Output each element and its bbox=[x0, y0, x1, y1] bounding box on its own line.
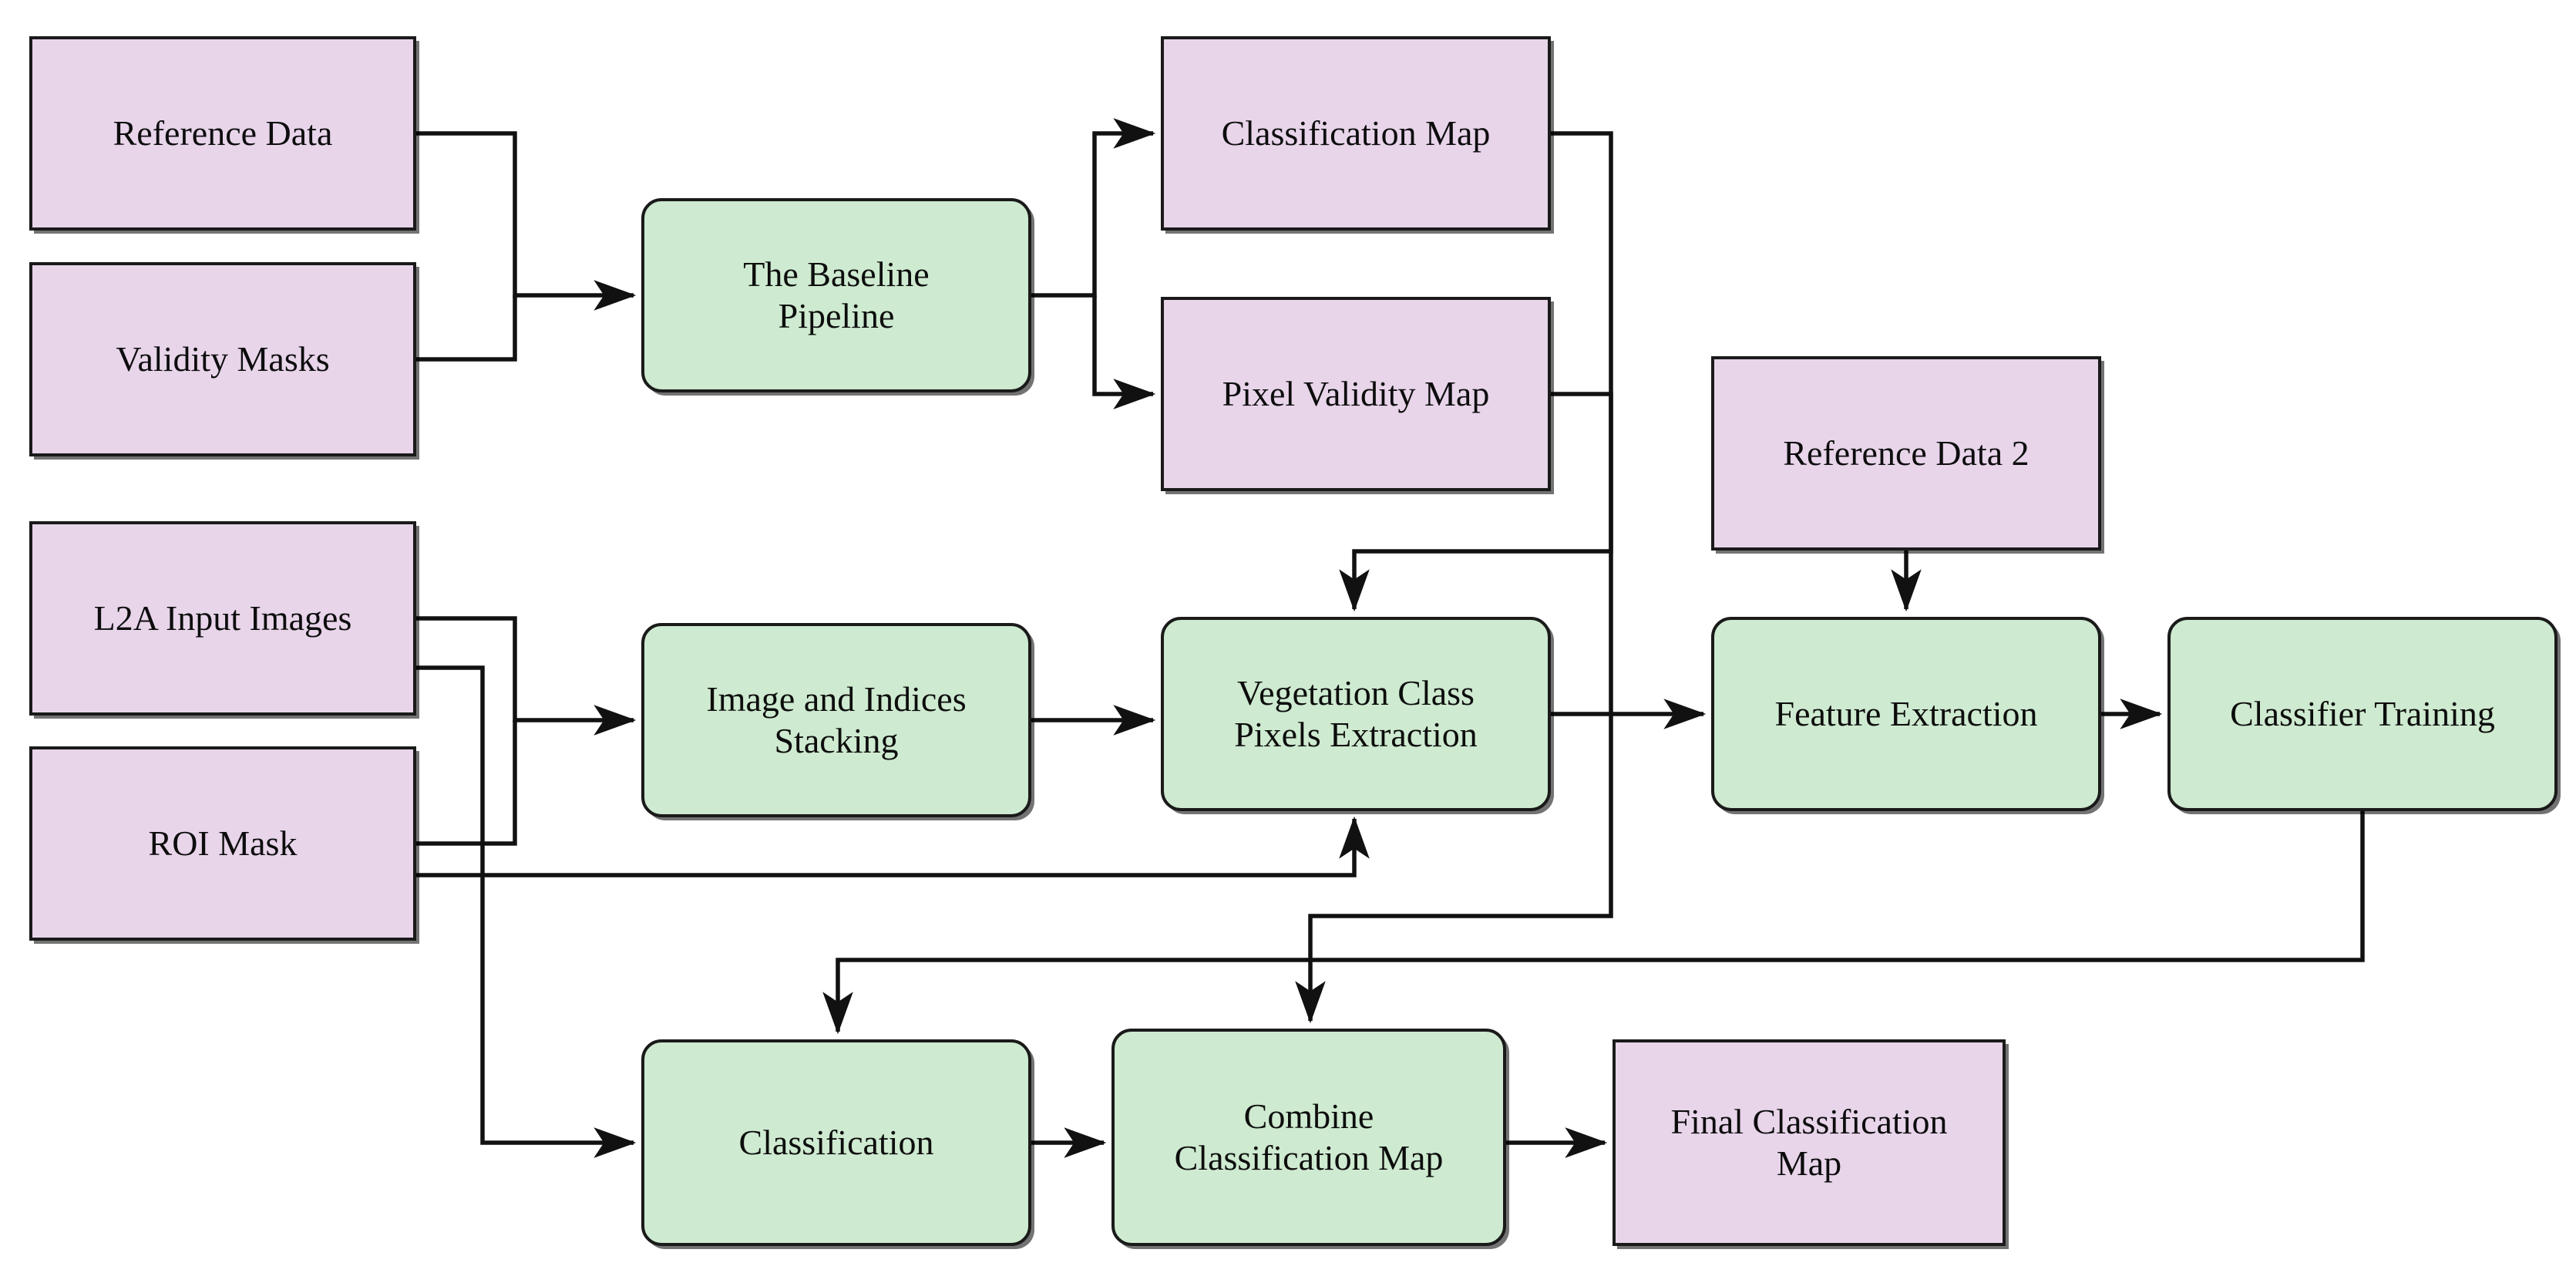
node-combine-classification-map[interactable]: Combine Classification Map bbox=[1111, 1029, 1506, 1246]
node-label: Reference Data bbox=[113, 113, 333, 153]
node-label: ROI Mask bbox=[148, 823, 298, 863]
node-classification[interactable]: Classification bbox=[641, 1039, 1031, 1246]
edge-classifier-training-to-classification bbox=[822, 811, 2365, 1035]
node-label: Classification bbox=[738, 1122, 934, 1162]
edge-roi-mask-to-veg-extraction bbox=[416, 816, 1370, 877]
node-label: The Baseline Pipeline bbox=[743, 254, 930, 335]
node-classifier-training[interactable]: Classifier Training bbox=[2167, 617, 2558, 811]
node-feature-extraction[interactable]: Feature Extraction bbox=[1711, 617, 2101, 811]
edge-l2a-to-classification bbox=[416, 665, 637, 1158]
node-label: Classifier Training bbox=[2230, 693, 2495, 733]
node-label: Pixel Validity Map bbox=[1222, 373, 1490, 413]
edge-roi-mask-to-stacking bbox=[416, 720, 517, 846]
node-pixel-validity-map[interactable]: Pixel Validity Map bbox=[1161, 297, 1551, 491]
edge-baseline-to-pixel-validity-map bbox=[1092, 295, 1156, 409]
edge-baseline-to-classification-map bbox=[1031, 118, 1156, 298]
node-validity-masks[interactable]: Validity Masks bbox=[29, 262, 416, 456]
node-the-baseline-pipeline[interactable]: The Baseline Pipeline bbox=[641, 198, 1031, 392]
node-final-classification-map[interactable]: Final Classification Map bbox=[1613, 1039, 2006, 1246]
node-reference-data-2[interactable]: Reference Data 2 bbox=[1711, 356, 2101, 551]
node-label: L2A Input Images bbox=[93, 598, 352, 638]
edge-reference-data-to-baseline bbox=[416, 131, 637, 311]
edge-validity-masks-to-baseline bbox=[416, 295, 517, 362]
node-classification-map[interactable]: Classification Map bbox=[1161, 36, 1551, 231]
node-l2a-input-images[interactable]: L2A Input Images bbox=[29, 521, 416, 716]
node-label: Validity Masks bbox=[116, 338, 330, 379]
node-roi-mask[interactable]: ROI Mask bbox=[29, 746, 416, 941]
node-label: Reference Data 2 bbox=[1783, 433, 2030, 473]
node-image-and-indices-stacking[interactable]: Image and Indices Stacking bbox=[641, 623, 1031, 817]
node-label: Image and Indices Stacking bbox=[706, 679, 967, 760]
node-reference-data[interactable]: Reference Data bbox=[29, 36, 416, 231]
node-label: Combine Classification Map bbox=[1174, 1096, 1444, 1177]
node-vegetation-class-pixels-extraction[interactable]: Vegetation Class Pixels Extraction bbox=[1161, 617, 1551, 811]
flowchart-canvas: Reference Data Validity Masks L2A Input … bbox=[0, 0, 2576, 1273]
node-label: Vegetation Class Pixels Extraction bbox=[1234, 672, 1478, 754]
node-label: Feature Extraction bbox=[1774, 693, 2038, 733]
node-label: Final Classification Map bbox=[1670, 1101, 1948, 1183]
node-label: Classification Map bbox=[1221, 113, 1491, 153]
